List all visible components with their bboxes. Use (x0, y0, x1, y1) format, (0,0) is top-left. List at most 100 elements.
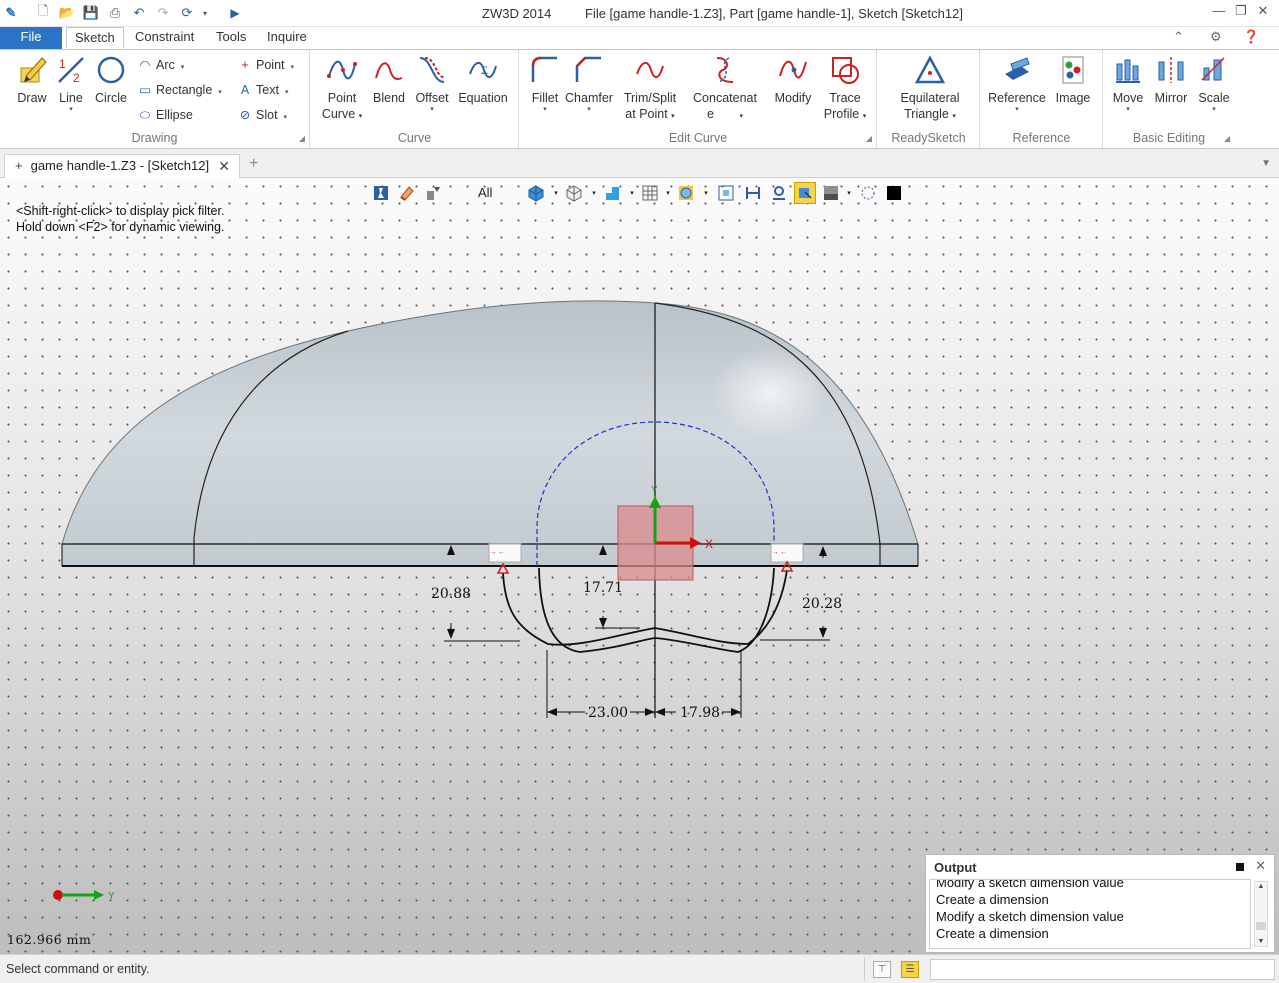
save-icon[interactable]: 💾 (82, 4, 100, 22)
print-icon[interactable]: ⎙ (106, 4, 124, 22)
scroll-down-icon[interactable]: ▼ (1255, 938, 1267, 945)
ellipse-button[interactable]: ⬭ Ellipse (138, 105, 193, 125)
fillet-button[interactable]: Fillet ▾ (528, 54, 562, 114)
document-tab[interactable]: + game handle-1.Z3 - [Sketch12] ✕ (4, 154, 240, 178)
command-input[interactable] (930, 959, 1275, 980)
handle-inner-curve[interactable] (538, 567, 775, 653)
group-readysketch: Equilateral Triangle ▾ ReadySketch (878, 50, 980, 148)
dimension-right-width[interactable]: 17.98 (655, 650, 742, 721)
move-button[interactable]: Move ▾ (1108, 54, 1148, 114)
point-curve-button[interactable]: Point Curve ▾ (321, 54, 363, 125)
settings-gear-icon[interactable]: ⚙ (1210, 29, 1222, 45)
basic-editing-expand-icon[interactable]: ◢ (1224, 134, 1230, 143)
align-icon[interactable] (768, 182, 790, 204)
triangle-icon (914, 55, 946, 84)
new-file-icon[interactable]: 🗋 (34, 3, 52, 22)
chamfer-dropdown-icon[interactable]: ▾ (564, 106, 614, 114)
image-button[interactable]: Image (1051, 54, 1095, 106)
edit-curve-expand-icon[interactable]: ◢ (866, 134, 872, 143)
concatenate-button[interactable]: Concatenat e ▾ (690, 54, 760, 125)
circle-button[interactable]: Circle (92, 54, 130, 106)
dimension-left-width[interactable]: 23.00 (546, 650, 655, 721)
trace-profile-button[interactable]: Trace Profile ▾ (822, 54, 868, 125)
scale-dropdown-icon[interactable]: ▾ (1194, 106, 1234, 114)
minimize-button[interactable]: — (1208, 3, 1230, 23)
close-tab-icon[interactable]: ✕ (218, 155, 230, 177)
mirror-button[interactable]: Mirror (1150, 54, 1192, 106)
title-bar: ✎ 🗋 📂 💾 ⎙ ↶ ↷ ⟳ ▾ ▶ ZW3D 2014 File [game… (0, 0, 1279, 27)
new-tab-icon[interactable]: + (249, 155, 258, 173)
line-dropdown-icon[interactable]: ▾ (54, 106, 88, 114)
output-scrollbar[interactable]: ▲ ▼ (1254, 881, 1268, 947)
pin-panel-icon[interactable] (1236, 863, 1244, 871)
restore-button[interactable]: ❐ (1230, 3, 1252, 23)
zoom-all-icon[interactable] (715, 182, 737, 204)
line-button[interactable]: 1 2 Line ▾ (54, 54, 88, 114)
open-file-icon[interactable]: 📂 (58, 4, 76, 22)
move-dropdown-icon[interactable]: ▾ (1108, 106, 1148, 114)
exit-sketch-icon[interactable] (370, 182, 392, 204)
offset-dropdown-icon[interactable]: ▾ (411, 106, 453, 114)
blend-button[interactable]: Blend (369, 54, 409, 106)
pick-filter-select[interactable]: All (478, 185, 492, 200)
highlight-mode-icon[interactable] (794, 182, 816, 204)
close-window-button[interactable]: ✕ (1252, 3, 1274, 23)
modify-button[interactable]: Modify (770, 54, 816, 106)
filter-icon[interactable] (422, 182, 444, 204)
svg-text:23.00: 23.00 (588, 705, 628, 721)
redo-icon[interactable]: ↷ (154, 4, 172, 22)
output-toggle-icon[interactable]: ☰ (901, 961, 919, 978)
shaded-view-icon[interactable] (525, 182, 547, 204)
draw-button[interactable]: Draw (12, 54, 52, 106)
reference-button[interactable]: Reference ▾ (987, 54, 1047, 114)
offset-button[interactable]: Offset ▾ (411, 54, 453, 114)
color-swatch-icon[interactable] (883, 182, 905, 204)
scroll-thumb[interactable] (1256, 922, 1266, 930)
app-logo-icon[interactable]: ✎ (2, 4, 20, 22)
slot-button[interactable]: ⊘ Slot ▾ (238, 105, 287, 125)
point-curve-icon (327, 60, 357, 80)
chamfer-button[interactable]: Chamfer ▾ (564, 54, 614, 114)
refresh-dropdown-icon[interactable]: ▾ (196, 4, 214, 22)
tab-constraint[interactable]: Constraint (127, 27, 202, 49)
tab-sketch[interactable]: Sketch (66, 27, 124, 49)
run-icon[interactable]: ▶ (226, 4, 244, 22)
help-icon[interactable]: ❓ (1243, 29, 1259, 45)
close-panel-icon[interactable]: ✕ (1255, 858, 1266, 874)
render-icon[interactable] (675, 182, 697, 204)
section-view-icon[interactable] (742, 182, 764, 204)
tab-file[interactable]: File (0, 27, 62, 49)
equilateral-triangle-button[interactable]: Equilateral Triangle ▾ (890, 54, 970, 125)
point-button[interactable]: + Point ▾ (238, 55, 294, 75)
dynamic-view-icon[interactable] (857, 182, 879, 204)
drawing-expand-icon[interactable]: ◢ (299, 134, 305, 143)
group-curve: Point Curve ▾ Blend Offset ▾ Σ Equation … (311, 50, 519, 148)
view-orientation-icon[interactable] (601, 182, 623, 204)
graphics-viewport[interactable]: → ← → ← X Y 20.88 17.71 20.28 23.00 17.9… (0, 178, 1279, 954)
trim-split-button[interactable]: Trim/Split at Point ▾ (620, 54, 680, 125)
tab-list-icon[interactable]: ▼ (1261, 158, 1271, 169)
undo-icon[interactable]: ↶ (130, 4, 148, 22)
fillet-dropdown-icon[interactable]: ▾ (528, 106, 562, 114)
handle-profile-curve[interactable] (502, 569, 788, 646)
render-dropdown-icon[interactable]: ▾ (695, 182, 717, 204)
eraser-icon[interactable] (396, 182, 418, 204)
constraint-marker-left[interactable]: → ← (488, 543, 522, 574)
arc-button[interactable]: ◠ Arc ▾ (138, 55, 185, 75)
scale-button[interactable]: Scale ▾ (1194, 54, 1234, 114)
collapse-ribbon-icon[interactable]: ⌃ (1173, 29, 1184, 45)
output-line: Modify a sketch dimension value (936, 879, 1124, 890)
group-label-edit-curve: Edit Curve (668, 131, 728, 145)
equation-button[interactable]: Σ Equation (455, 54, 511, 106)
manager-toggle-icon[interactable]: ⊤ (873, 961, 891, 978)
output-log[interactable]: Modify a sketch dimension value Create a… (929, 879, 1251, 949)
tab-inquire[interactable]: Inquire (259, 27, 315, 49)
tab-tools[interactable]: Tools (208, 27, 254, 49)
refresh-icon[interactable]: ⟳ (178, 4, 196, 22)
rectangle-button[interactable]: ▭ Rectangle ▾ (138, 80, 222, 100)
fillet-icon (531, 56, 557, 82)
reference-dropdown-icon[interactable]: ▾ (987, 106, 1047, 114)
text-button[interactable]: A Text ▾ (238, 80, 289, 100)
scroll-up-icon[interactable]: ▲ (1255, 883, 1267, 890)
wireframe-view-icon[interactable] (563, 182, 585, 204)
